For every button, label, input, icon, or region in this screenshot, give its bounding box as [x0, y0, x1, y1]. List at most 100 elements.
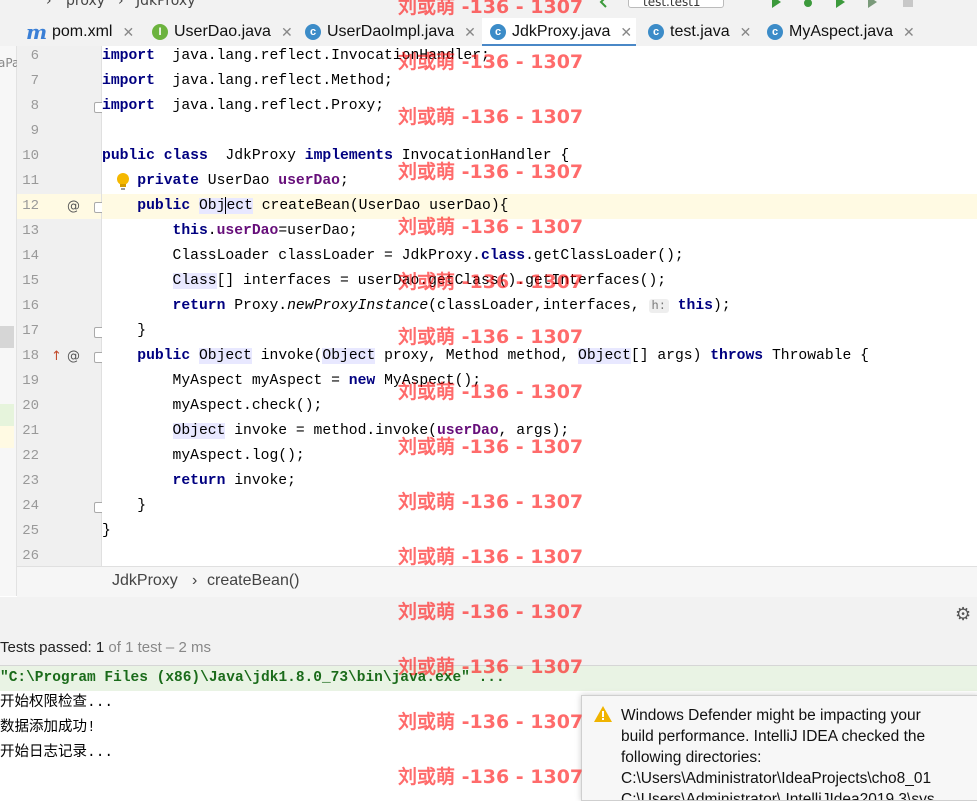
- close-icon[interactable]: ✕: [620, 24, 632, 41]
- code-line[interactable]: Object invoke = method.invoke(userDao, a…: [102, 419, 977, 444]
- code-line[interactable]: import java.lang.reflect.Proxy;: [102, 94, 977, 119]
- code-line[interactable]: ClassLoader classLoader = JdkProxy.class…: [102, 244, 977, 269]
- profile-icon[interactable]: [866, 0, 878, 8]
- run-icon[interactable]: [770, 0, 782, 8]
- code-line[interactable]: public class JdkProxy implements Invocat…: [102, 144, 977, 169]
- code-token: Throwable {: [763, 348, 869, 364]
- code-token: Object: [198, 348, 252, 364]
- line-number: 8: [30, 98, 39, 114]
- code-token: Object: [172, 423, 226, 439]
- coverage-icon[interactable]: [834, 0, 846, 8]
- test-status-text: Tests passed: 1 of 1 test – 2 ms: [0, 639, 211, 656]
- tab-label: MyAspect.java: [789, 23, 894, 40]
- run-configuration-select[interactable]: test.test1: [628, 0, 724, 9]
- line-number: 6: [30, 48, 39, 64]
- close-icon[interactable]: ✕: [281, 24, 293, 41]
- nav-arrow: ›: [46, 0, 52, 9]
- implements-marker-icon[interactable]: ↑: [51, 344, 62, 369]
- class-file-icon: c: [767, 24, 783, 40]
- close-icon[interactable]: ✕: [740, 24, 752, 41]
- line-number: 21: [22, 423, 39, 439]
- code-token: =userDao;: [278, 223, 358, 239]
- code-line[interactable]: MyAspect myAspect = new MyAspect();: [102, 369, 977, 394]
- code-token: invoke = method.invoke(: [225, 423, 437, 439]
- console-line: 开始权限检查...: [0, 695, 114, 711]
- line-number: 19: [22, 373, 39, 389]
- code-token: import: [102, 98, 155, 114]
- code-token: newProxyInstance: [287, 298, 429, 314]
- code-token: );: [713, 298, 731, 314]
- tab-userdao-java[interactable]: I UserDao.java ✕: [152, 18, 293, 46]
- code-token: .getClassLoader();: [525, 248, 684, 264]
- code-token: userDao: [278, 173, 340, 189]
- close-icon[interactable]: ✕: [122, 24, 134, 41]
- back-arrow-icon[interactable]: [598, 0, 610, 8]
- tab-jdkproxy-java[interactable]: c JdkProxy.java ✕: [482, 18, 637, 47]
- code-line[interactable]: myAspect.check();: [102, 394, 977, 419]
- override-marker-icon[interactable]: @: [67, 194, 80, 219]
- close-icon[interactable]: ✕: [903, 24, 915, 41]
- line-number: 20: [22, 398, 39, 414]
- tab-userdaoimpl-java[interactable]: c UserDaoImpl.java ✕: [305, 18, 476, 46]
- tab-myaspect-java[interactable]: c MyAspect.java ✕: [767, 18, 915, 46]
- nav-class[interactable]: JdkProxy: [136, 0, 195, 9]
- code-token: public: [137, 348, 191, 364]
- lightbulb-icon[interactable]: [116, 173, 130, 191]
- code-line[interactable]: Class[] interfaces = userDao.getClass().…: [102, 269, 977, 294]
- tab-pom-xml[interactable]: m pom.xml ✕: [26, 18, 134, 46]
- code-token: new: [348, 373, 376, 389]
- code-line[interactable]: import java.lang.reflect.InvocationHandl…: [102, 44, 977, 69]
- line-number: 25: [22, 523, 39, 539]
- nav-module[interactable]: proxy: [66, 0, 105, 9]
- code-token: proxy, Method method,: [375, 348, 579, 364]
- code-token: import: [102, 48, 155, 64]
- code-line[interactable]: public Object invoke(Object proxy, Metho…: [102, 344, 977, 369]
- code-token: }: [102, 498, 147, 514]
- code-token: myAspect.log();: [102, 448, 305, 464]
- code-line[interactable]: }: [102, 519, 977, 544]
- code-line[interactable]: public Object createBean(UserDao userDao…: [102, 194, 977, 219]
- tab-label: pom.xml: [52, 23, 113, 40]
- stop-icon[interactable]: [902, 0, 914, 8]
- editor-breadcrumb: JdkProxy › createBean(): [17, 566, 977, 597]
- parameter-hint: h:: [648, 299, 669, 313]
- close-icon[interactable]: ✕: [464, 24, 476, 41]
- code-line[interactable]: private UserDao userDao;: [102, 169, 977, 194]
- code-editor[interactable]: import java.lang.reflect.InvocationHandl…: [102, 46, 977, 566]
- code-line[interactable]: myAspect.log();: [102, 444, 977, 469]
- warning-icon: [594, 706, 612, 722]
- code-line[interactable]: [102, 119, 977, 144]
- caret-row-marker: [0, 426, 14, 448]
- code-line[interactable]: return invoke;: [102, 469, 977, 494]
- line-number: 18: [22, 348, 39, 364]
- code-line[interactable]: return Proxy.newProxyInstance(classLoade…: [102, 294, 977, 319]
- debug-icon[interactable]: [802, 0, 814, 8]
- code-token: UserDao: [198, 173, 279, 189]
- gear-icon[interactable]: ⚙: [955, 604, 971, 625]
- code-line[interactable]: }: [102, 319, 977, 344]
- line-number: 9: [30, 123, 39, 139]
- code-token: throws: [710, 348, 764, 364]
- tab-test-java[interactable]: c test.java ✕: [648, 18, 751, 46]
- console-command-line[interactable]: "C:\Program Files (x86)\Java\jdk1.8.0_73…: [0, 666, 977, 691]
- code-token: implements: [304, 148, 393, 164]
- code-token: (classLoader,interfaces,: [428, 298, 649, 314]
- override-marker-icon[interactable]: @: [67, 344, 80, 369]
- breadcrumb-method[interactable]: createBean(): [207, 572, 300, 590]
- code-line[interactable]: this.userDao=userDao;: [102, 219, 977, 244]
- code-token: Object: [578, 348, 631, 364]
- code-line[interactable]: }: [102, 494, 977, 519]
- line-number: 10: [22, 148, 39, 164]
- class-file-icon: c: [305, 24, 321, 40]
- code-token: JdkProxy: [207, 148, 305, 164]
- code-token: java.lang.reflect.InvocationHandler;: [154, 48, 490, 64]
- code-line[interactable]: import java.lang.reflect.Method;: [102, 69, 977, 94]
- windows-defender-notification[interactable]: Windows Defender might be impacting your…: [581, 695, 977, 801]
- test-marker: [0, 404, 14, 426]
- code-token: invoke(: [251, 348, 323, 364]
- breadcrumb-class[interactable]: JdkProxy: [112, 572, 178, 590]
